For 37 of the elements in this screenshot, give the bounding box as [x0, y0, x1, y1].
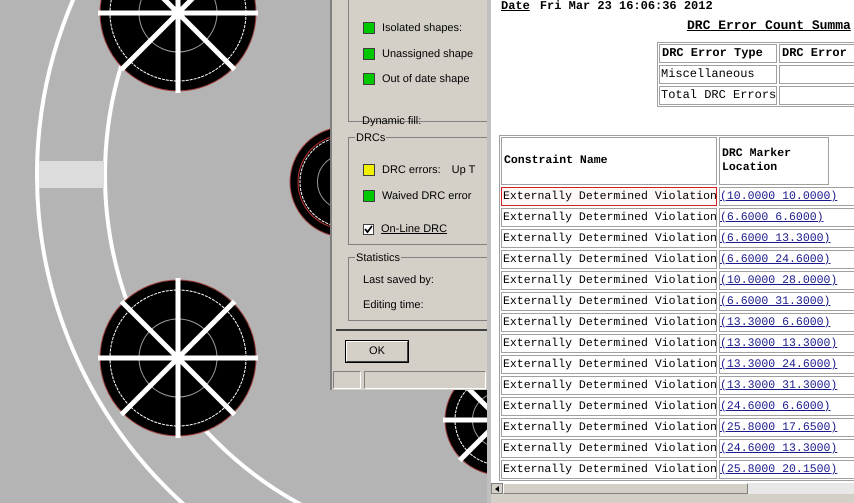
field-label: Editing time:	[363, 298, 425, 312]
table-cell: Externally Determined Violation	[501, 439, 717, 458]
online-drc-checkbox[interactable]: On-Line DRC	[363, 221, 487, 238]
copper-strip	[39, 161, 104, 188]
table-cell: Externally Determined Violation	[501, 292, 717, 311]
table-cell: Externally Determined Violation	[501, 334, 717, 353]
column-header: Constraint Name	[501, 137, 717, 185]
table-cell: Externally Determined Violation	[501, 271, 717, 290]
dynamic-fill-label: Dynamic fill:	[362, 114, 422, 128]
status-label: Unassigned shape	[382, 46, 474, 62]
table-cell: Externally Determined Violation	[501, 313, 717, 332]
table-cell: Externally Determined Violation	[501, 460, 717, 479]
table-cell: Externally Determined Violation	[501, 208, 717, 227]
horizontal-scrollbar[interactable]	[491, 483, 854, 494]
summary-title: DRC Error Count Summa	[687, 18, 851, 33]
column-header: DRC Error	[779, 44, 854, 63]
table-cell: Externally Determined Violation	[501, 229, 717, 248]
table-cell: Externally Determined Violation	[501, 187, 717, 206]
status-label: Isolated shapes:	[382, 21, 462, 36]
date-label: Date	[501, 0, 530, 12]
table-cell: Externally Determined Violation	[501, 376, 717, 395]
table-cell: Externally Determined Violation	[501, 397, 717, 416]
left-arrow-icon	[495, 486, 499, 492]
status-label: DRC errors:	[382, 163, 441, 178]
column-header: DRC Marker Location	[719, 137, 829, 185]
status-label: Waived DRC error	[382, 188, 472, 204]
table-cell: Total DRC Errors	[659, 86, 777, 105]
status-label: Out of date shape	[382, 72, 470, 87]
table-cell: Externally Determined Violation	[501, 418, 717, 437]
table-cell: Externally Determined Violation	[501, 250, 717, 269]
field-label: Last saved by:	[363, 273, 435, 288]
date-value: Fri Mar 23 16:06:36 2012	[540, 0, 713, 12]
table-cell: Externally Determined Violation	[501, 355, 717, 374]
table-cell: Miscellaneous	[659, 65, 777, 84]
column-header: DRC Error Type	[659, 44, 777, 63]
ok-button[interactable]: OK	[346, 341, 408, 362]
status-value: Up T	[452, 163, 476, 178]
